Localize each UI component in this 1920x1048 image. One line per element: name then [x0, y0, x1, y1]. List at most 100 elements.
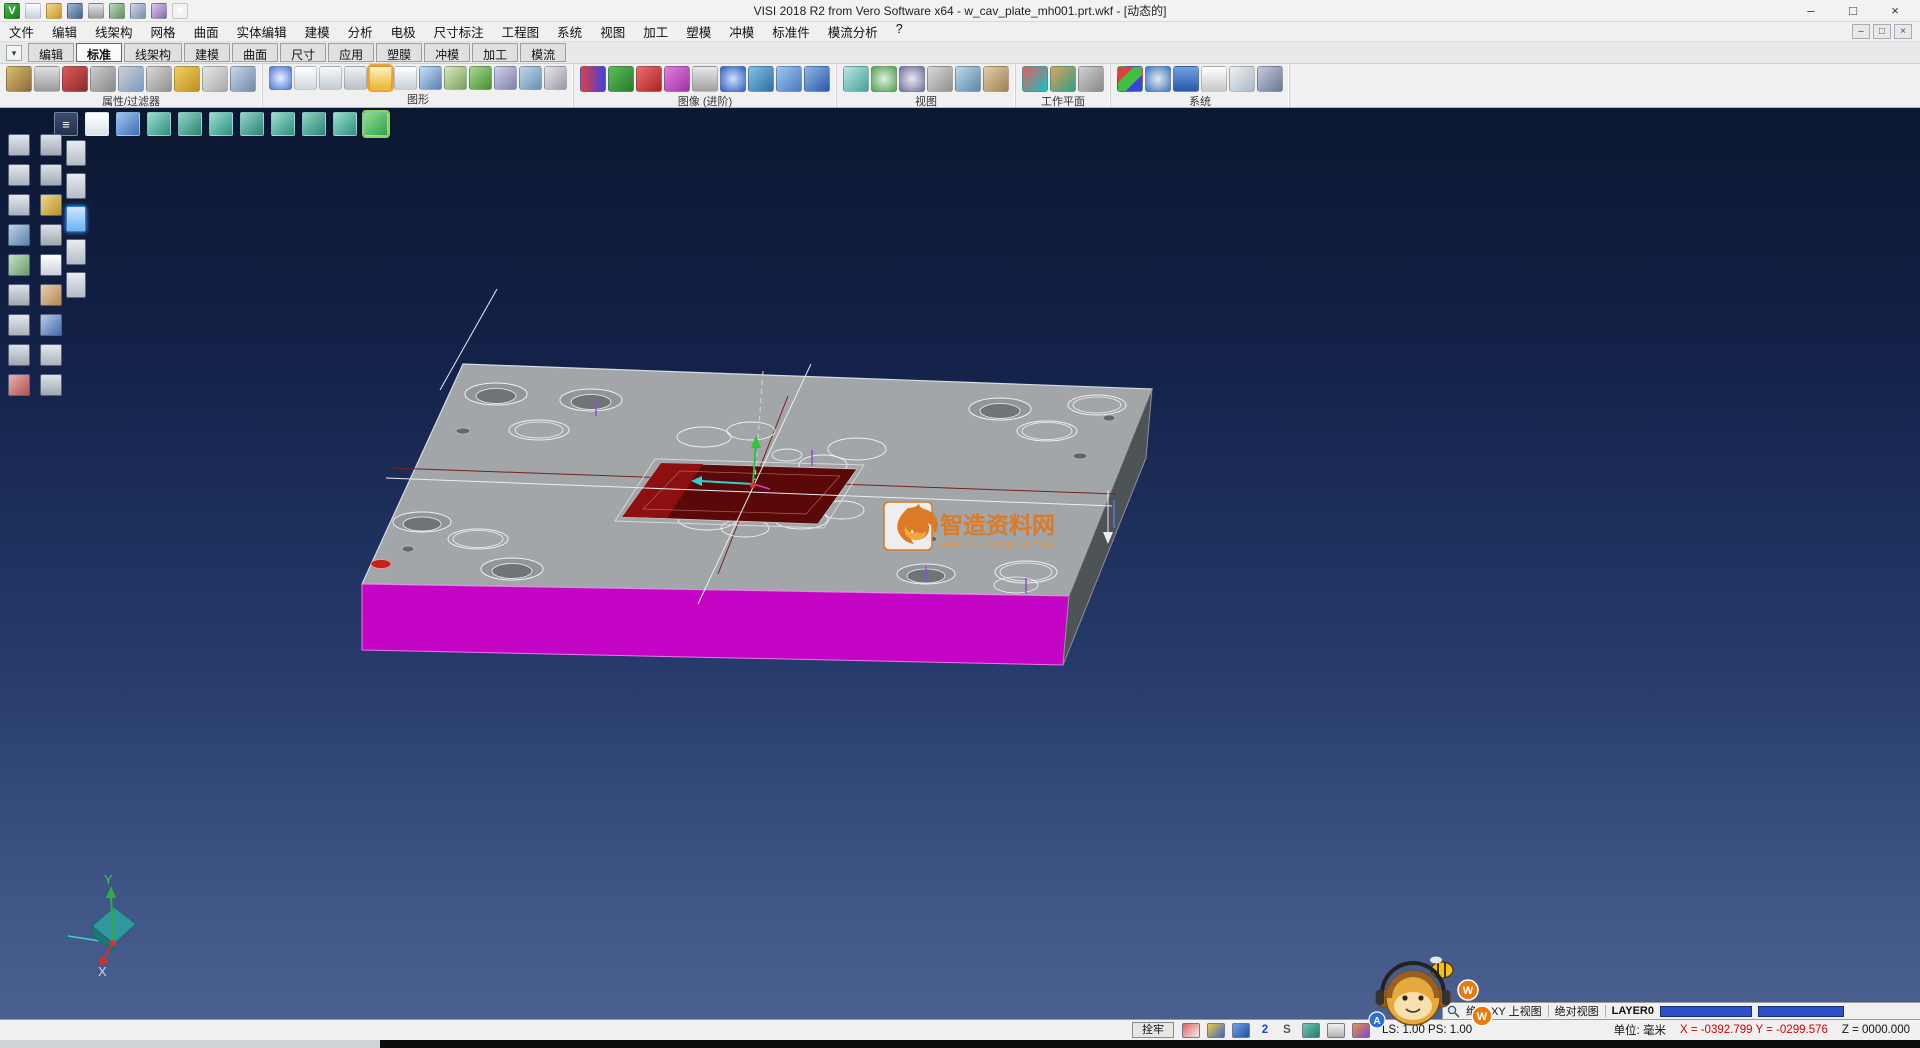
- ribbon-tab[interactable]: 建模: [184, 43, 230, 62]
- ribbon-tab[interactable]: 塑膜: [376, 43, 422, 62]
- box-cylinder-icon[interactable]: [444, 66, 467, 90]
- menu-item[interactable]: 尺寸标注: [425, 21, 493, 42]
- view-bottom-icon[interactable]: [302, 112, 326, 136]
- section-view-icon[interactable]: [608, 66, 634, 92]
- green-solids-icon[interactable]: [469, 66, 492, 90]
- menu-item[interactable]: 电极: [382, 21, 425, 42]
- menu-item[interactable]: 实体编辑: [228, 21, 296, 42]
- view-back-icon[interactable]: [271, 112, 295, 136]
- swap-entities-icon[interactable]: [519, 66, 542, 90]
- pencil-yellow-icon[interactable]: [174, 66, 200, 92]
- cylinder-view-icon[interactable]: [294, 66, 317, 90]
- blue-refresh-icon[interactable]: [720, 66, 746, 92]
- menu-item[interactable]: 工程图: [493, 21, 549, 42]
- shaded-cylinder-icon[interactable]: [369, 66, 392, 90]
- ribbon-tab[interactable]: 应用: [328, 43, 374, 62]
- link-gray-icon[interactable]: [90, 66, 116, 92]
- select-icon[interactable]: [8, 134, 30, 156]
- ribbon-tab[interactable]: 冲模: [424, 43, 470, 62]
- print-icon[interactable]: [88, 3, 104, 19]
- curve-icon[interactable]: [8, 284, 30, 306]
- refresh-small-icon[interactable]: [40, 314, 62, 336]
- workplane-xy-icon[interactable]: [1022, 66, 1048, 92]
- menu-item[interactable]: 线架构: [86, 21, 142, 42]
- swap-small-icon[interactable]: [40, 344, 62, 366]
- workplane-view-icon[interactable]: [1078, 66, 1104, 92]
- cylinder-dashed-icon[interactable]: [344, 66, 367, 90]
- red-box-icon[interactable]: [636, 66, 662, 92]
- modify-icon[interactable]: [40, 224, 62, 246]
- clipboard-paste-icon[interactable]: [66, 206, 86, 232]
- refresh-display-icon[interactable]: [269, 66, 292, 90]
- 3d-scene[interactable]: 智造资料网 WWW.ZHIZAOZILIAO.COM Y X: [0, 108, 1920, 1019]
- translucent-box-icon[interactable]: [494, 66, 517, 90]
- ribbon-tab[interactable]: 尺寸: [280, 43, 326, 62]
- os-taskbar[interactable]: [0, 1040, 1920, 1048]
- menu-item[interactable]: 系统: [548, 21, 591, 42]
- view-list-icon[interactable]: ≡: [54, 112, 78, 136]
- menu-item[interactable]: 文件: [0, 21, 43, 42]
- ribbon-tab[interactable]: 曲面: [232, 43, 278, 62]
- link-red-icon[interactable]: [62, 66, 88, 92]
- doc-close-button[interactable]: ×: [1894, 24, 1912, 39]
- ribbon-tab[interactable]: 模流: [520, 43, 566, 62]
- gray-cylinder-icon[interactable]: [692, 66, 718, 92]
- table-grid-icon[interactable]: [1201, 66, 1227, 92]
- maximize-button[interactable]: □: [1832, 1, 1874, 21]
- zoom-all-icon[interactable]: [871, 66, 897, 92]
- funnel-icon[interactable]: [776, 66, 802, 92]
- filter-chain-icon[interactable]: [118, 66, 144, 92]
- menu-item[interactable]: 建模: [296, 21, 339, 42]
- info-icon[interactable]: [8, 314, 30, 336]
- pencil-icon[interactable]: [40, 194, 62, 216]
- snap-toggle[interactable]: 拴牢: [1132, 1022, 1174, 1038]
- visi-logo-icon[interactable]: V: [4, 3, 20, 19]
- filter-settings-icon[interactable]: [230, 66, 256, 92]
- slanted-panel-icon[interactable]: [1257, 66, 1283, 92]
- viewport[interactable]: 智造资料网 WWW.ZHIZAOZILIAO.COM Y X ≡: [0, 108, 1920, 1019]
- notes-icon[interactable]: [40, 284, 62, 306]
- sparkle-grid-icon[interactable]: [1229, 66, 1255, 92]
- zoom-window-icon[interactable]: [899, 66, 925, 92]
- undo-icon[interactable]: [130, 3, 146, 19]
- eraser-icon[interactable]: [202, 66, 228, 92]
- cylinder-wire-icon[interactable]: [394, 66, 417, 90]
- view-left-icon[interactable]: [240, 112, 264, 136]
- menu-item[interactable]: 塑模: [677, 21, 720, 42]
- ribbon-tab[interactable]: 标准: [76, 43, 122, 62]
- workplane-mini-icon[interactable]: [1207, 1023, 1225, 1038]
- workplane-free-icon[interactable]: [1050, 66, 1076, 92]
- doc-minimize-button[interactable]: –: [1852, 24, 1870, 39]
- doc-restore-button[interactable]: □: [1873, 24, 1891, 39]
- globe-icon[interactable]: [1145, 66, 1171, 92]
- menu-item[interactable]: 模流分析: [819, 21, 887, 42]
- pencil-gray-icon[interactable]: [146, 66, 172, 92]
- knife-icon[interactable]: [40, 164, 62, 186]
- wireframe-view-icon[interactable]: [85, 112, 109, 136]
- stereo-glasses-icon[interactable]: [580, 66, 606, 92]
- scissors-icon[interactable]: [40, 134, 62, 156]
- layer-count-badge[interactable]: 2: [1258, 1024, 1272, 1036]
- zoom-box-icon[interactable]: [8, 164, 30, 186]
- rotate-view-icon[interactable]: [955, 66, 981, 92]
- snap-settings-icon[interactable]: [1182, 1023, 1200, 1038]
- save-file-icon[interactable]: [67, 3, 83, 19]
- magenta-box-icon[interactable]: [664, 66, 690, 92]
- menu-item[interactable]: 标准件: [763, 21, 819, 42]
- cylinder-hidden-icon[interactable]: [319, 66, 342, 90]
- dynamic-rotate-icon[interactable]: [8, 224, 30, 246]
- view-cube-icon[interactable]: [843, 66, 869, 92]
- absolute-view-label[interactable]: 绝对视图: [1555, 1003, 1599, 1019]
- plot-preview-icon[interactable]: [109, 3, 125, 19]
- view-front-icon[interactable]: [178, 112, 202, 136]
- pan-icon[interactable]: [927, 66, 953, 92]
- view-top-icon[interactable]: [147, 112, 171, 136]
- menu-item[interactable]: 分析: [339, 21, 382, 42]
- clipboard-history-icon[interactable]: [66, 239, 86, 265]
- minimize-button[interactable]: –: [1790, 1, 1832, 21]
- color-grid-icon[interactable]: [1117, 66, 1143, 92]
- ghost-box-icon[interactable]: [544, 66, 567, 90]
- render-box-icon[interactable]: [804, 66, 830, 92]
- snap-mode-badge[interactable]: S: [1280, 1024, 1294, 1036]
- toolbar-options-icon[interactable]: ▾: [172, 3, 188, 19]
